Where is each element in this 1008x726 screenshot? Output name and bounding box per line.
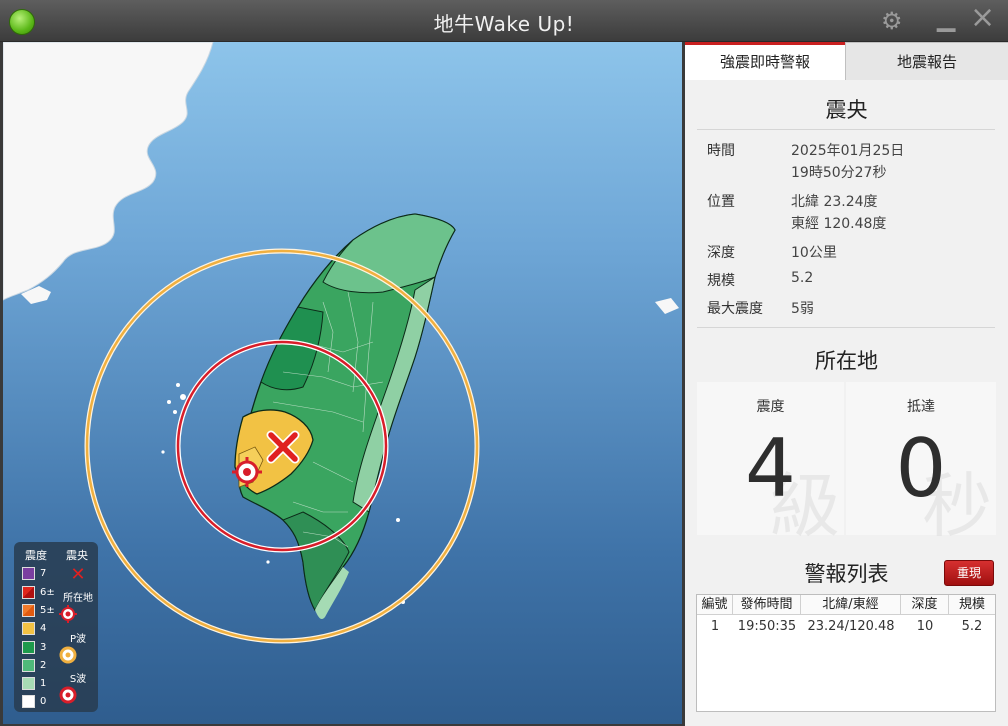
intensity-box: 級 震度 4: [697, 382, 844, 547]
legend-level-4: 4: [22, 621, 46, 635]
epicenter-section-title: 震央: [825, 98, 868, 122]
map-legend: 震度 震央 7 6± 5± 4 3 2 1 0 ✕ 所在地 P波 S波: [14, 542, 98, 712]
column-header: 編號: [697, 595, 733, 615]
tab-earthquake-report[interactable]: 地震報告: [845, 42, 1008, 80]
legend-swatch: [22, 676, 35, 690]
map-view[interactable]: 震度 震央 7 6± 5± 4 3 2 1 0 ✕ 所在地 P波 S波: [3, 42, 682, 724]
arrival-label: 抵達: [907, 399, 935, 415]
location-section-title: 所在地: [815, 349, 878, 373]
island-2: [655, 298, 679, 314]
legend-epicenter-icon: ✕: [70, 564, 86, 585]
legend-swatch: [22, 585, 35, 599]
legend-label: 2: [40, 659, 47, 671]
column-header: 規模: [949, 595, 995, 615]
legend-label: 7: [40, 567, 47, 579]
table-cell-magnitude[interactable]: 5.2: [949, 617, 995, 637]
minimize-icon[interactable]: ▁: [937, 4, 955, 32]
taiwan-map: [3, 42, 679, 644]
title-bar: 地牛Wake Up! ⚙ ▁ ×: [0, 0, 1008, 42]
legend-swatch: [22, 566, 35, 580]
depth-value: 10公里: [791, 245, 837, 261]
legend-level-3: 3: [22, 640, 46, 654]
legend-location-label: 所在地: [63, 593, 93, 604]
legend-label: 5±: [40, 604, 55, 616]
window-title: 地牛Wake Up!: [433, 12, 575, 36]
legend-intensity-header: 震度: [25, 549, 47, 562]
legend-label: 4: [40, 622, 47, 634]
legend-swatch: [22, 658, 35, 672]
legend-epicenter-header: 震央: [66, 549, 88, 562]
intensity-value: 4: [745, 422, 796, 515]
legend-swatch: [22, 603, 35, 617]
legend-swatch: [22, 640, 35, 654]
column-header: 發佈時間: [733, 595, 801, 615]
legend-swatch: [22, 694, 35, 708]
arrival-box: 秒 抵達 0: [846, 382, 996, 547]
magnitude-label: 規模: [707, 273, 735, 289]
alert-table: 編號 發佈時間 北緯/東經 深度 規模 1 19:50:35 23.24/120…: [696, 594, 996, 712]
table-cell-time[interactable]: 19:50:35: [733, 617, 801, 637]
info-panel: 強震即時警報 地震報告 震央 時間 2025年01月25日 19時50分27秒 …: [685, 42, 1008, 726]
intensity-label: 震度: [756, 399, 785, 415]
legend-level-6: 6±: [22, 585, 55, 599]
replay-button[interactable]: 重現: [944, 560, 994, 586]
latitude-value: 北緯 23.24度: [791, 194, 878, 210]
legend-level-2: 2: [22, 658, 46, 672]
legend-level-1: 1: [22, 676, 46, 690]
mainland-coast: [3, 42, 214, 301]
legend-label: 1: [40, 677, 47, 689]
legend-p-wave-label: P波: [69, 634, 87, 645]
table-cell-depth[interactable]: 10: [901, 617, 949, 637]
longitude-value: 東經 120.48度: [791, 216, 887, 232]
close-icon[interactable]: ×: [970, 3, 995, 33]
magnitude-value: 5.2: [791, 270, 814, 286]
depth-label: 深度: [707, 245, 735, 261]
legend-level-5: 5±: [22, 603, 55, 617]
legend-s-wave-label: S波: [69, 674, 87, 685]
legend-level-0: 0: [22, 694, 46, 708]
table-cell-id[interactable]: 1: [697, 617, 733, 637]
position-label: 位置: [707, 194, 735, 210]
tab-bar: 強震即時警報 地震報告: [685, 42, 1008, 80]
tab-realtime-alert[interactable]: 強震即時警報: [685, 42, 845, 80]
arrival-value: 0: [895, 422, 947, 515]
max-intensity-label: 最大震度: [707, 301, 763, 317]
divider: [697, 129, 995, 130]
legend-swatch: [22, 621, 35, 635]
legend-label: 6±: [40, 586, 55, 598]
legend-label: 3: [40, 641, 47, 653]
column-header: 北緯/東經: [801, 595, 901, 615]
time-clock-value: 19時50分27秒: [791, 165, 887, 181]
divider: [697, 327, 995, 328]
legend-level-7: 7: [22, 566, 46, 580]
legend-label: 0: [40, 695, 47, 707]
max-intensity-value: 5弱: [791, 301, 814, 317]
table-cell-coords[interactable]: 23.24/120.48: [801, 617, 901, 637]
gear-icon[interactable]: ⚙: [881, 7, 903, 35]
column-header: 深度: [901, 595, 949, 615]
time-label: 時間: [707, 143, 735, 159]
time-date-value: 2025年01月25日: [791, 143, 905, 159]
